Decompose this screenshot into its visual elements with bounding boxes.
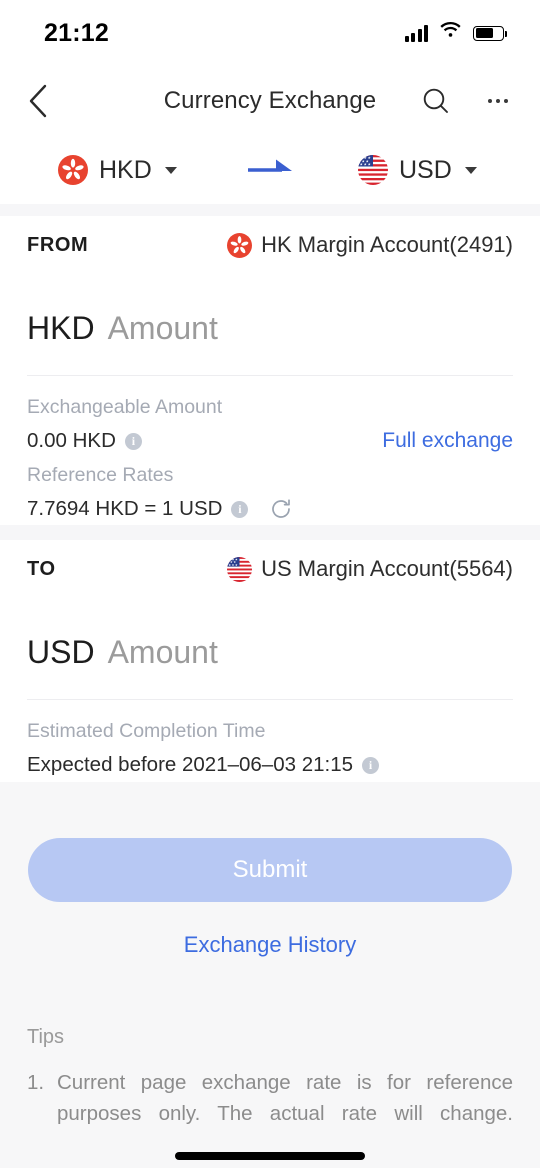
- tip-item: 1. Current page exchange rate is for ref…: [27, 1067, 513, 1160]
- info-icon[interactable]: i: [124, 432, 142, 450]
- svg-text:★: ★: [368, 163, 371, 167]
- svg-text:★: ★: [364, 163, 367, 167]
- status-bar: 21:12: [0, 0, 540, 66]
- wifi-icon: [439, 21, 462, 44]
- to-meta: Estimated Completion Time Expected befor…: [0, 714, 540, 782]
- section-gap: [0, 204, 540, 216]
- from-meta: Exchangeable Amount 0.00 HKD i Full exch…: [0, 390, 540, 526]
- tip-number: 1.: [27, 1071, 45, 1094]
- from-amount-placeholder: Amount: [107, 310, 218, 346]
- more-options-icon[interactable]: [478, 83, 518, 119]
- tips-title: Tips: [27, 1026, 65, 1048]
- from-amount-input[interactable]: HKD Amount: [0, 310, 540, 347]
- arrow-right-icon: [248, 159, 294, 182]
- tips-section: Tips 1. Current page exchange rate is fo…: [0, 1026, 540, 1168]
- info-icon[interactable]: i: [231, 500, 249, 518]
- from-section: FROM HK Margin Account(2491) HKD Amount …: [0, 216, 540, 525]
- search-icon[interactable]: [418, 83, 454, 119]
- reference-rates-row: 7.7694 HKD = 1 USD i: [27, 492, 513, 526]
- refresh-icon[interactable]: [269, 497, 293, 521]
- submit-button[interactable]: Submit: [28, 838, 512, 902]
- svg-text:★: ★: [360, 156, 363, 160]
- from-label: FROM: [27, 233, 89, 256]
- currency-pair-bar: HKD ★ ★ ★ ★ ★ ★ ★ ★ USD: [0, 136, 540, 204]
- to-amount-placeholder: Amount: [107, 634, 218, 670]
- actions-area: Submit Exchange History: [0, 782, 540, 990]
- reference-rates-label: Reference Rates: [27, 464, 174, 486]
- to-account-name: US Margin Account(5564): [261, 556, 513, 581]
- completion-time-row: Expected before 2021–06–03 21:15 i: [27, 748, 513, 782]
- from-account-name: HK Margin Account(2491): [261, 232, 513, 257]
- to-amount-currency: USD: [27, 634, 95, 670]
- phone-screen: 21:12 Currency Exchange HKD ★ ★ ★ ★ ★ ★ …: [0, 0, 540, 1168]
- exchangeable-amount-label: Exchangeable Amount: [27, 396, 223, 418]
- section-gap: [0, 525, 540, 540]
- back-button[interactable]: [18, 81, 58, 121]
- from-account-selector[interactable]: HK Margin Account(2491): [227, 232, 513, 258]
- status-time: 21:12: [44, 18, 109, 47]
- cellular-bars-icon: [404, 24, 428, 42]
- completion-time-value: Expected before 2021–06–03 21:15: [27, 753, 353, 776]
- tip-text: Current page exchange rate is for refere…: [57, 1071, 513, 1125]
- to-label: TO: [27, 557, 56, 580]
- hong-kong-flag-icon: [227, 232, 253, 258]
- to-currency-code: USD: [399, 155, 452, 184]
- to-divider: [27, 699, 513, 700]
- to-header: TO ★ ★ ★ ★ ★ ★ ★ ★ US Margin Account(556…: [0, 540, 540, 598]
- svg-text:★: ★: [360, 163, 363, 167]
- exchange-history-link[interactable]: Exchange History: [0, 932, 540, 958]
- to-amount-input[interactable]: USD Amount: [0, 634, 540, 671]
- from-amount-currency: HKD: [27, 310, 95, 346]
- us-flag-icon: ★ ★ ★ ★ ★ ★ ★ ★: [227, 556, 253, 582]
- us-flag-icon: ★ ★ ★ ★ ★ ★ ★ ★: [358, 155, 388, 185]
- nav-bar: Currency Exchange: [0, 66, 540, 136]
- from-header: FROM HK Margin Account(2491): [0, 216, 540, 274]
- svg-text:★: ★: [235, 562, 238, 566]
- to-section: TO ★ ★ ★ ★ ★ ★ ★ ★ US Margin Account(556…: [0, 540, 540, 782]
- chevron-down-icon: [164, 166, 177, 174]
- completion-time-label: Estimated Completion Time: [27, 720, 266, 742]
- from-currency-selector[interactable]: HKD: [58, 155, 177, 185]
- to-currency-selector[interactable]: ★ ★ ★ ★ ★ ★ ★ ★ USD: [358, 155, 477, 185]
- exchangeable-amount-value-group: 0.00 HKD i: [27, 424, 142, 458]
- info-icon[interactable]: i: [362, 756, 379, 774]
- status-icons: [404, 21, 507, 44]
- page-title: Currency Exchange: [163, 87, 377, 114]
- full-exchange-button[interactable]: Full exchange: [382, 429, 513, 453]
- to-account-selector[interactable]: ★ ★ ★ ★ ★ ★ ★ ★ US Margin Account(5564): [227, 556, 513, 582]
- exchangeable-amount-row: 0.00 HKD i Full exchange: [27, 424, 513, 458]
- hong-kong-flag-icon: [58, 155, 88, 185]
- chevron-down-icon: [464, 166, 477, 174]
- battery-icon: [473, 25, 507, 41]
- exchangeable-amount-value: 0.00 HKD: [27, 429, 116, 452]
- home-indicator: [175, 1152, 365, 1160]
- from-currency-code: HKD: [99, 155, 152, 184]
- reference-rates-value: 7.7694 HKD = 1 USD: [27, 497, 223, 520]
- from-divider: [27, 375, 513, 376]
